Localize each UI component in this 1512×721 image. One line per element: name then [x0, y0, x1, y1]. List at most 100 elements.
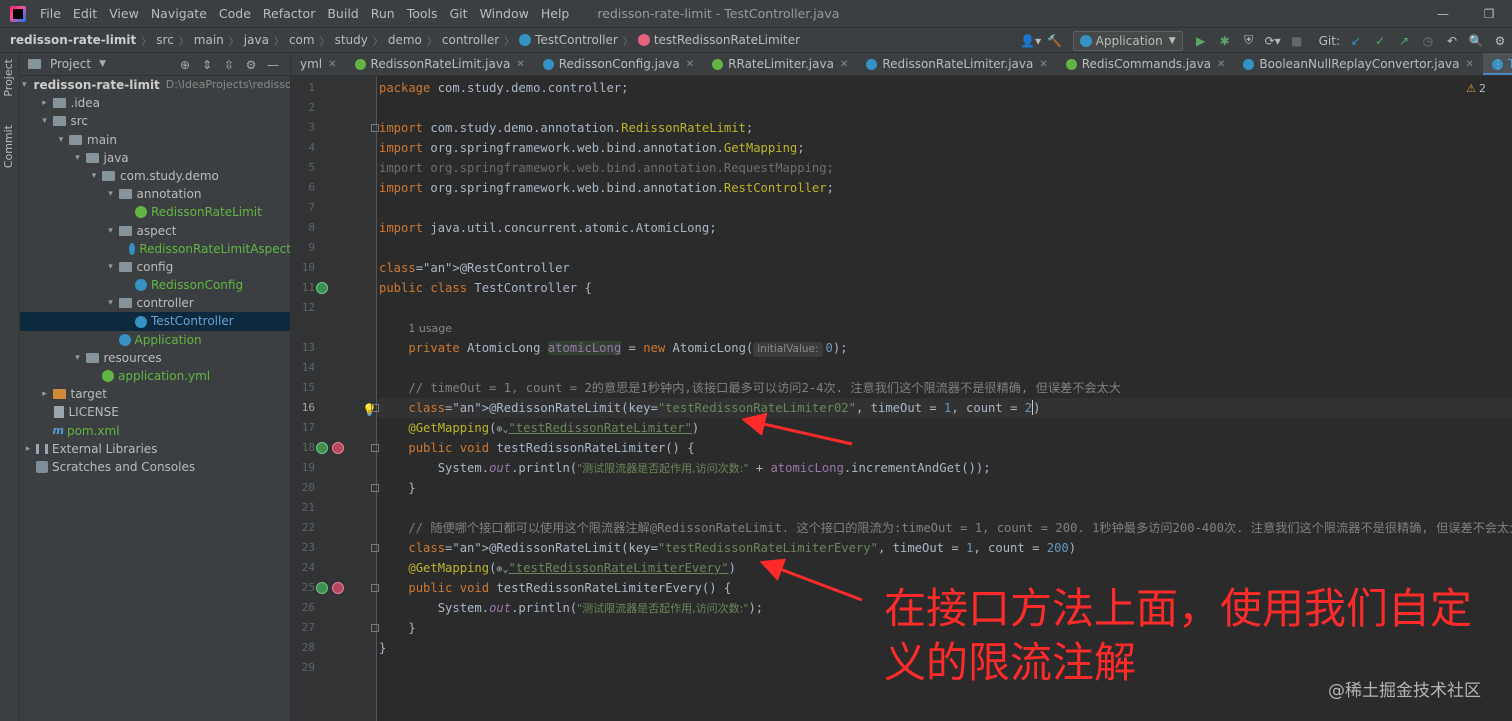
- code-line[interactable]: 23 class="an">@RedissonRateLimit(key="te…: [302, 538, 1512, 558]
- git-rollback-icon[interactable]: ↶: [1441, 30, 1463, 52]
- code-line[interactable]: 10 class="an">@RestController: [302, 258, 1512, 278]
- tree-item[interactable]: ▸ External Libraries: [20, 440, 290, 458]
- code-line[interactable]: 24 @GetMapping(⊕⌄"testRedissonRateLimite…: [302, 558, 1512, 578]
- code-line[interactable]: 11 public class TestController {: [302, 278, 1512, 298]
- menu-code[interactable]: Code: [213, 0, 257, 27]
- menu-tools[interactable]: Tools: [401, 0, 444, 27]
- chevron-down-icon[interactable]: ▾: [105, 258, 117, 276]
- user-icon[interactable]: 👤▾: [1020, 30, 1042, 52]
- chevron-down-icon[interactable]: ▾: [55, 131, 67, 149]
- code-line[interactable]: 9: [308, 238, 1512, 258]
- close-icon[interactable]: ✕: [686, 59, 694, 70]
- editor-tab[interactable]: BooleanNullReplayConvertor.java ✕: [1234, 53, 1482, 75]
- stop-icon[interactable]: ■: [1286, 30, 1308, 52]
- menu-view[interactable]: View: [103, 0, 145, 27]
- tree-item[interactable]: ▸ .idea: [20, 94, 290, 112]
- breadcrumb-item[interactable]: com: [289, 33, 315, 47]
- close-icon[interactable]: ✕: [1039, 59, 1047, 70]
- tree-item[interactable]: ▾ controller: [20, 294, 290, 312]
- breadcrumb-item[interactable]: TestController: [519, 33, 618, 47]
- editor-tab[interactable]: RRateLimiter.java ✕: [703, 53, 857, 75]
- run-configuration-select[interactable]: Application ▼: [1072, 30, 1183, 51]
- code-line[interactable]: 5 import org.springframework.web.bind.ann…: [308, 158, 1512, 178]
- chevron-right-icon[interactable]: ▸: [39, 385, 51, 403]
- git-push-icon[interactable]: ↗: [1393, 30, 1415, 52]
- spring-bean-gutter-icon[interactable]: [316, 582, 328, 594]
- tree-item[interactable]: Application: [20, 331, 290, 349]
- tree-item[interactable]: ▾ redisson-rate-limit D:\IdeaProjects\redi…: [20, 76, 290, 94]
- breadcrumb-item[interactable]: demo: [388, 33, 422, 47]
- settings-gear-icon[interactable]: ⚙: [240, 58, 262, 72]
- menu-window[interactable]: Window: [474, 0, 535, 27]
- code-line[interactable]: 6 import org.springframework.web.bind.ann…: [308, 178, 1512, 198]
- tree-item[interactable]: RedissonRateLimit: [20, 203, 290, 221]
- minimize-button[interactable]: —: [1420, 0, 1466, 27]
- close-icon[interactable]: ✕: [328, 59, 336, 70]
- tree-item[interactable]: LICENSE: [20, 403, 290, 421]
- close-icon[interactable]: ✕: [1465, 59, 1473, 70]
- request-mapping-gutter-icon[interactable]: [332, 442, 344, 454]
- chevron-down-icon[interactable]: ▾: [72, 149, 84, 167]
- code-line[interactable]: 22 // 随便哪个接口都可以使用这个限流器注解@RedissonRateLim…: [302, 518, 1512, 538]
- fold-marker-icon[interactable]: [371, 444, 379, 452]
- menu-help[interactable]: Help: [535, 0, 576, 27]
- code-line[interactable]: 16 💡 class="an">@RedissonRateLimit(key="t…: [302, 398, 1512, 418]
- close-icon[interactable]: ✕: [1217, 59, 1225, 70]
- menu-edit[interactable]: Edit: [67, 0, 103, 27]
- code-line[interactable]: 7: [308, 198, 1512, 218]
- breadcrumb-item[interactable]: controller: [442, 33, 499, 47]
- fold-marker-icon[interactable]: [371, 484, 379, 492]
- spring-bean-gutter-icon[interactable]: [316, 282, 328, 294]
- settings-gear-icon[interactable]: ⚙: [1489, 30, 1511, 52]
- chevron-right-icon[interactable]: ▸: [39, 94, 51, 112]
- menu-refactor[interactable]: Refactor: [257, 0, 321, 27]
- editor-tab[interactable]: RedisCommands.java ✕: [1057, 53, 1235, 75]
- code-line[interactable]: 21: [302, 498, 1512, 518]
- editor-tab[interactable]: RedissonConfig.java ✕: [534, 53, 703, 75]
- run-icon[interactable]: ▶: [1190, 30, 1212, 52]
- tree-item[interactable]: ▾ annotation: [20, 185, 290, 203]
- close-icon[interactable]: ✕: [516, 59, 524, 70]
- tree-item[interactable]: ▾ java: [20, 149, 290, 167]
- tree-item[interactable]: application.yml: [20, 367, 290, 385]
- breadcrumb-item[interactable]: java: [244, 33, 269, 47]
- editor-tab[interactable]: RedissonRateLimiter.java ✕: [857, 53, 1056, 75]
- chevron-down-icon[interactable]: ▾: [105, 185, 117, 203]
- close-icon[interactable]: ✕: [840, 59, 848, 70]
- breadcrumb-item[interactable]: main: [194, 33, 224, 47]
- debug-bug-icon[interactable]: ✱: [1214, 30, 1236, 52]
- expand-all-icon[interactable]: ⇕: [196, 58, 218, 72]
- menu-run[interactable]: Run: [365, 0, 401, 27]
- tree-item[interactable]: TestController: [20, 312, 290, 331]
- profile-icon[interactable]: ⟳▾: [1262, 30, 1284, 52]
- chevron-down-icon[interactable]: ▼: [99, 59, 106, 69]
- code-line[interactable]: 2: [308, 98, 1512, 118]
- code-line[interactable]: 4 import org.springframework.web.bind.ann…: [308, 138, 1512, 158]
- tabs-overflow-icon[interactable]: ⋮: [1492, 57, 1504, 71]
- menu-file[interactable]: File: [34, 0, 67, 27]
- fold-marker-icon[interactable]: [371, 404, 379, 412]
- menu-build[interactable]: Build: [321, 0, 364, 27]
- tree-item[interactable]: ▾ config: [20, 258, 290, 276]
- code-line[interactable]: 15 // timeOut = 1, count = 2的意思是1秒钟内,该接口…: [302, 378, 1512, 398]
- tree-item[interactable]: RedissonConfig: [20, 276, 290, 294]
- tree-item[interactable]: Scratches and Consoles: [20, 458, 290, 476]
- code-line[interactable]: 14: [302, 358, 1512, 378]
- hide-panel-icon[interactable]: —: [262, 58, 284, 72]
- chevron-down-icon[interactable]: ▾: [39, 112, 51, 130]
- tree-item[interactable]: ▾ resources: [20, 349, 290, 367]
- tree-item[interactable]: ▾ main: [20, 131, 290, 149]
- fold-marker-icon[interactable]: [371, 124, 379, 132]
- editor-tab[interactable]: RedissonRateLimit.java ✕: [346, 53, 534, 75]
- git-history-icon[interactable]: ◷: [1417, 30, 1439, 52]
- editor-tab[interactable]: yml ✕: [291, 53, 346, 75]
- git-commit-icon[interactable]: ✓: [1369, 30, 1391, 52]
- search-icon[interactable]: 🔍: [1465, 30, 1487, 52]
- breadcrumb-item[interactable]: testRedissonRateLimiter: [637, 33, 800, 47]
- spring-bean-gutter-icon[interactable]: [316, 442, 328, 454]
- code-line[interactable]: 13 private AtomicLong atomicLong = new A…: [302, 338, 1512, 358]
- fold-marker-icon[interactable]: [371, 624, 379, 632]
- code-line[interactable]: 20 }: [302, 478, 1512, 498]
- fold-marker-icon[interactable]: [371, 584, 379, 592]
- code-line[interactable]: 19 System.out.println("测试限流器是否起作用,访问次数:"…: [302, 458, 1512, 478]
